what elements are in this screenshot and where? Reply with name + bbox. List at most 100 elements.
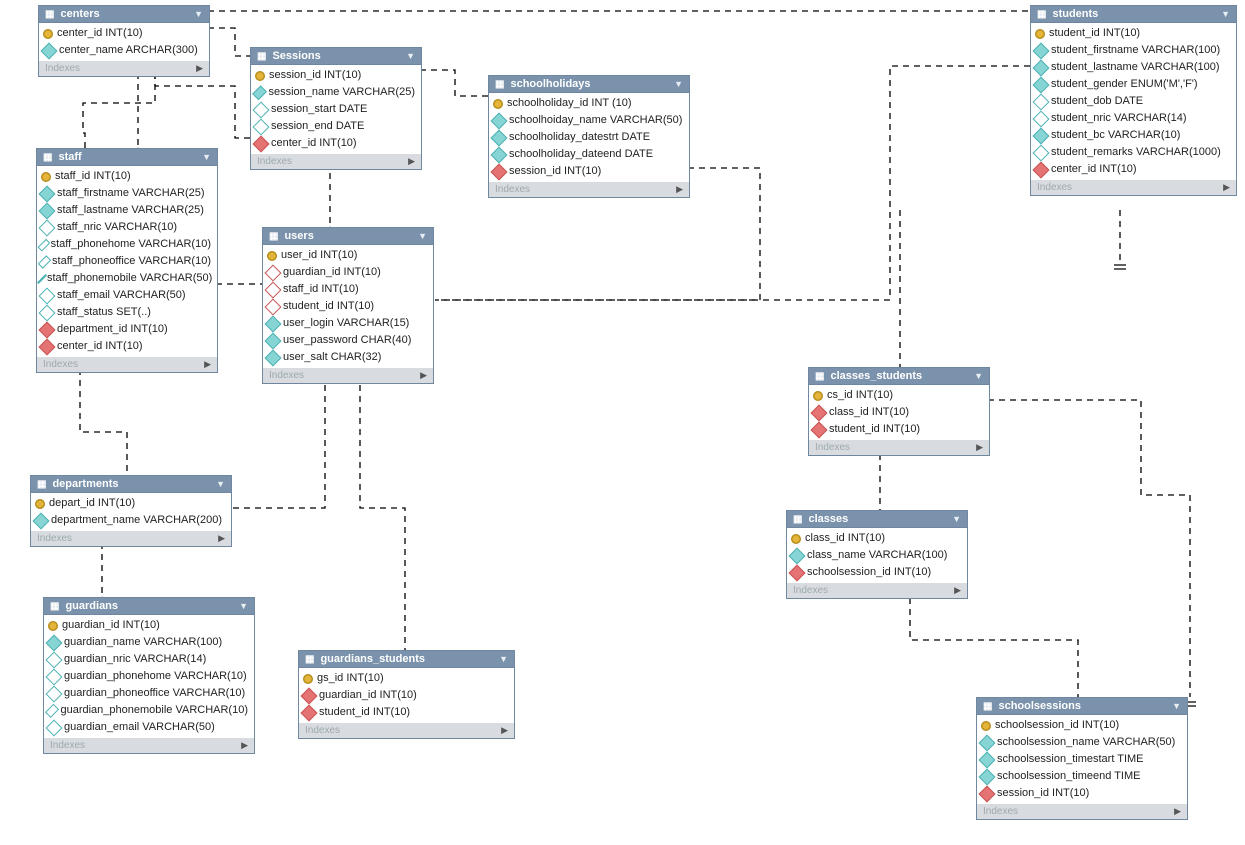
- indexes-section[interactable]: Indexes▶: [489, 182, 689, 197]
- column-row[interactable]: department_name VARCHAR(200): [31, 512, 231, 529]
- entity-schoolholidays[interactable]: ▦schoolholidays▼schoolholiday_id INT (10…: [488, 75, 690, 198]
- column-row[interactable]: staff_phonehome VARCHAR(10): [37, 236, 217, 253]
- column-row[interactable]: class_id INT(10): [809, 404, 989, 421]
- chevron-down-icon[interactable]: ▼: [418, 231, 427, 241]
- entity-schoolsessions[interactable]: ▦schoolsessions▼ schoolsession_id INT(10)…: [976, 697, 1188, 820]
- column-row[interactable]: center_id INT(10): [39, 25, 209, 42]
- column-row[interactable]: staff_email VARCHAR(50): [37, 287, 217, 304]
- column-row[interactable]: center_id INT(10): [251, 135, 421, 152]
- column-row[interactable]: gs_id INT(10): [299, 670, 514, 687]
- entity-header[interactable]: ▦staff▼: [37, 149, 217, 166]
- chevron-down-icon[interactable]: ▼: [239, 601, 248, 611]
- chevron-down-icon[interactable]: ▼: [1172, 701, 1181, 711]
- chevron-down-icon[interactable]: ▼: [406, 51, 415, 61]
- entity-centers[interactable]: ▦centers▼ center_id INT(10)center_name AR…: [38, 5, 210, 77]
- indexes-section[interactable]: Indexes▶: [809, 440, 989, 455]
- column-row[interactable]: staff_lastname VARCHAR(25): [37, 202, 217, 219]
- entity-header[interactable]: ▦classes_students▼: [809, 368, 989, 385]
- column-row[interactable]: student_remarks VARCHAR(1000): [1031, 144, 1236, 161]
- column-row[interactable]: schoolsession_timeend TIME: [977, 768, 1187, 785]
- entity-header[interactable]: ▦departments▼: [31, 476, 231, 493]
- column-row[interactable]: guardian_phonemobile VARCHAR(10): [44, 702, 254, 719]
- indexes-section[interactable]: Indexes▶: [1031, 180, 1236, 195]
- indexes-section[interactable]: Indexes▶: [787, 583, 967, 598]
- column-row[interactable]: student_id INT(10): [1031, 25, 1236, 42]
- column-row[interactable]: department_id INT(10): [37, 321, 217, 338]
- indexes-section[interactable]: Indexes▶: [37, 357, 217, 372]
- column-row[interactable]: center_name ARCHAR(300): [39, 42, 209, 59]
- column-row[interactable]: user_password CHAR(40): [263, 332, 433, 349]
- column-row[interactable]: session_id INT(10): [251, 67, 421, 84]
- column-row[interactable]: session_id INT(10): [489, 163, 689, 180]
- column-row[interactable]: student_bc VARCHAR(10): [1031, 127, 1236, 144]
- entity-header[interactable]: ▦students▼: [1031, 6, 1236, 23]
- column-row[interactable]: center_id INT(10): [1031, 161, 1236, 178]
- entity-header[interactable]: ▦centers▼: [39, 6, 209, 23]
- column-row[interactable]: staff_id INT(10): [37, 168, 217, 185]
- entity-guardians[interactable]: ▦guardians▼guardian_id INT(10)guardian_n…: [43, 597, 255, 754]
- entity-header[interactable]: ▦Sessions▼: [251, 48, 421, 65]
- column-row[interactable]: student_dob DATE: [1031, 93, 1236, 110]
- entity-classes[interactable]: ▦classes▼ class_id INT(10)class_name VARC…: [786, 510, 968, 599]
- indexes-section[interactable]: Indexes▶: [31, 531, 231, 546]
- column-row[interactable]: schoolsession_id INT(10): [787, 564, 967, 581]
- column-row[interactable]: schoolsession_id INT(10): [977, 717, 1187, 734]
- column-row[interactable]: session_end DATE: [251, 118, 421, 135]
- entity-header[interactable]: ▦users▼: [263, 228, 433, 245]
- column-row[interactable]: student_gender ENUM('M','F'): [1031, 76, 1236, 93]
- indexes-section[interactable]: Indexes▶: [977, 804, 1187, 819]
- column-row[interactable]: student_firstname VARCHAR(100): [1031, 42, 1236, 59]
- column-row[interactable]: class_id INT(10): [787, 530, 967, 547]
- entity-header[interactable]: ▦classes▼: [787, 511, 967, 528]
- column-row[interactable]: staff_phonemobile VARCHAR(50): [37, 270, 217, 287]
- column-row[interactable]: schoolholiday_dateend DATE: [489, 146, 689, 163]
- column-row[interactable]: cs_id INT(10): [809, 387, 989, 404]
- column-row[interactable]: schoolhoiday_name VARCHAR(50): [489, 112, 689, 129]
- entity-header[interactable]: ▦schoolsessions▼: [977, 698, 1187, 715]
- indexes-section[interactable]: Indexes▶: [251, 154, 421, 169]
- column-row[interactable]: student_id INT(10): [809, 421, 989, 438]
- column-row[interactable]: staff_phoneoffice VARCHAR(10): [37, 253, 217, 270]
- column-row[interactable]: user_login VARCHAR(15): [263, 315, 433, 332]
- column-row[interactable]: center_id INT(10): [37, 338, 217, 355]
- entity-header[interactable]: ▦guardians_students▼: [299, 651, 514, 668]
- entity-staff[interactable]: ▦staff▼ staff_id INT(10)staff_firstname V…: [36, 148, 218, 373]
- indexes-section[interactable]: Indexes▶: [263, 368, 433, 383]
- entity-departments[interactable]: ▦departments▼ depart_id INT(10)department…: [30, 475, 232, 547]
- column-row[interactable]: staff_status SET(..): [37, 304, 217, 321]
- indexes-section[interactable]: Indexes▶: [44, 738, 254, 753]
- column-row[interactable]: guardian_id INT(10): [299, 687, 514, 704]
- column-row[interactable]: user_id INT(10): [263, 247, 433, 264]
- entity-users[interactable]: ▦users▼ user_id INT(10)guardian_id INT(10…: [262, 227, 434, 384]
- column-row[interactable]: guardian_email VARCHAR(50): [44, 719, 254, 736]
- chevron-down-icon[interactable]: ▼: [674, 79, 683, 89]
- column-row[interactable]: guardian_phonehome VARCHAR(10): [44, 668, 254, 685]
- chevron-down-icon[interactable]: ▼: [499, 654, 508, 664]
- chevron-down-icon[interactable]: ▼: [194, 9, 203, 19]
- column-row[interactable]: student_id INT(10): [299, 704, 514, 721]
- entity-classes_students[interactable]: ▦classes_students▼ cs_id INT(10)class_id …: [808, 367, 990, 456]
- column-row[interactable]: staff_firstname VARCHAR(25): [37, 185, 217, 202]
- column-row[interactable]: user_salt CHAR(32): [263, 349, 433, 366]
- column-row[interactable]: staff_nric VARCHAR(10): [37, 219, 217, 236]
- column-row[interactable]: staff_id INT(10): [263, 281, 433, 298]
- column-row[interactable]: guardian_id INT(10): [263, 264, 433, 281]
- column-row[interactable]: class_name VARCHAR(100): [787, 547, 967, 564]
- column-row[interactable]: schoolholiday_datestrt DATE: [489, 129, 689, 146]
- column-row[interactable]: guardian_phoneoffice VARCHAR(10): [44, 685, 254, 702]
- column-row[interactable]: depart_id INT(10): [31, 495, 231, 512]
- column-row[interactable]: session_name VARCHAR(25): [251, 84, 421, 101]
- column-row[interactable]: guardian_id INT(10): [44, 617, 254, 634]
- entity-header[interactable]: ▦schoolholidays▼: [489, 76, 689, 93]
- column-row[interactable]: student_id INT(10): [263, 298, 433, 315]
- column-row[interactable]: student_lastname VARCHAR(100): [1031, 59, 1236, 76]
- column-row[interactable]: session_start DATE: [251, 101, 421, 118]
- indexes-section[interactable]: Indexes▶: [299, 723, 514, 738]
- column-row[interactable]: schoolsession_name VARCHAR(50): [977, 734, 1187, 751]
- entity-sessions[interactable]: ▦Sessions▼ session_id INT(10)session_name…: [250, 47, 422, 170]
- chevron-down-icon[interactable]: ▼: [952, 514, 961, 524]
- indexes-section[interactable]: Indexes▶: [39, 61, 209, 76]
- chevron-down-icon[interactable]: ▼: [1221, 9, 1230, 19]
- column-row[interactable]: session_id INT(10): [977, 785, 1187, 802]
- column-row[interactable]: schoolsession_timestart TIME: [977, 751, 1187, 768]
